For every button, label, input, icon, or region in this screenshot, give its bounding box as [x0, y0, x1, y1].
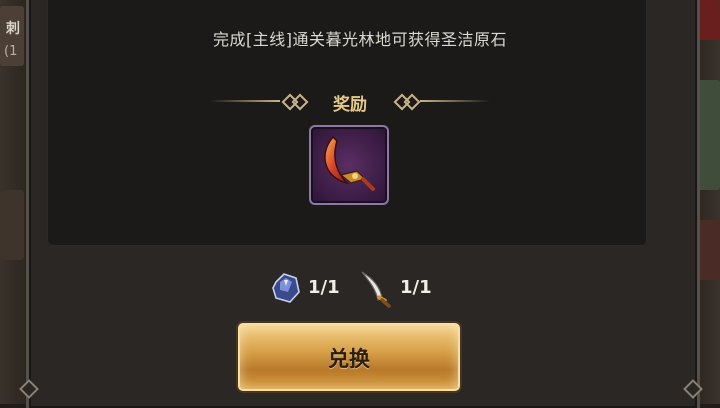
cost-count: 1/1 [400, 277, 432, 298]
cost-count: 1/1 [308, 277, 340, 298]
quest-description: 完成[主线]通关暮光林地可获得圣洁原石 [213, 30, 507, 49]
diamond-ornament-icon [291, 93, 309, 111]
cost-item: 1/1 [270, 268, 340, 308]
background-card-fragment [0, 190, 24, 260]
blue-gem-stone-icon [272, 273, 300, 303]
reward-item-slot[interactable] [309, 125, 389, 205]
exchange-button-label: 兑换 [328, 347, 370, 371]
reward-header: 奖励 [0, 88, 720, 115]
reward-title: 奖励 [333, 95, 367, 115]
header-divider-right [420, 100, 490, 102]
exchange-button[interactable]: 兑换 [238, 323, 460, 391]
header-divider-left [210, 100, 280, 102]
exchange-costs: 1/1 1/1 [0, 268, 720, 308]
curved-dagger-icon [361, 271, 391, 308]
crescent-blade-icon [324, 135, 375, 191]
diamond-ornament-icon [403, 93, 421, 111]
cost-item: 1/1 [358, 268, 438, 308]
